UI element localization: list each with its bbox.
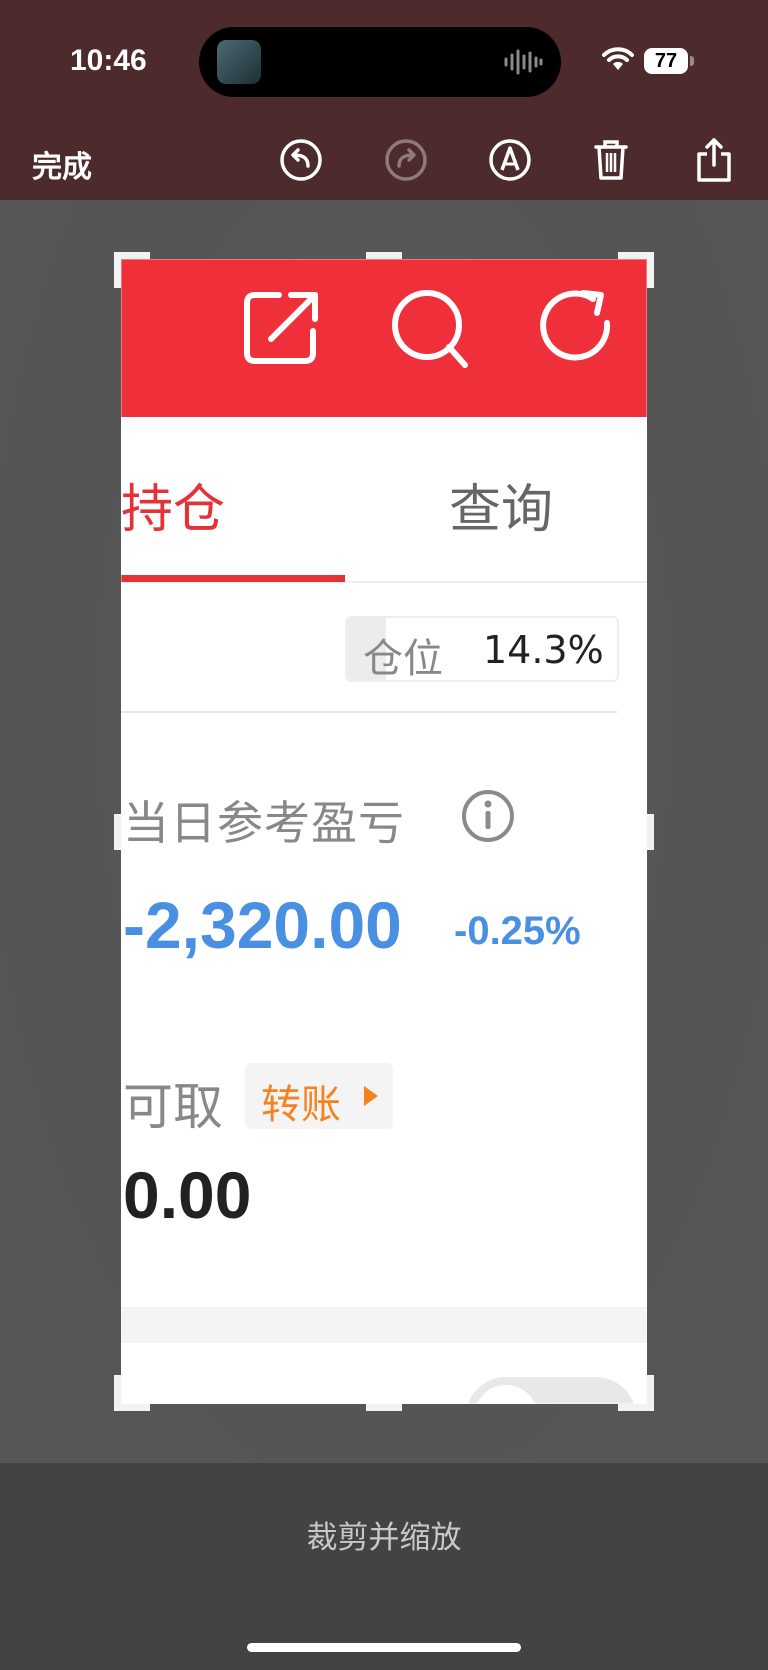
redo-icon — [385, 139, 427, 181]
crop-handle-top-left-v[interactable] — [114, 252, 121, 288]
trash-icon[interactable] — [587, 136, 635, 184]
undo-icon[interactable] — [277, 136, 325, 184]
crop-frame[interactable] — [121, 259, 647, 1404]
battery-indicator: 77 — [644, 48, 688, 74]
now-playing-artwork[interactable] — [217, 40, 261, 84]
crop-handle-right[interactable] — [647, 814, 654, 850]
top-area: 10:46 77 完成 — [0, 0, 768, 200]
bottom-bar — [0, 1463, 768, 1670]
crop-handle-bottom[interactable] — [366, 1404, 402, 1411]
markup-pen-icon[interactable] — [486, 136, 534, 184]
crop-handle-top[interactable] — [366, 252, 402, 259]
crop-handle-bottom-left-v[interactable] — [114, 1375, 121, 1411]
crop-handle-top-right-v[interactable] — [647, 252, 654, 288]
done-button[interactable]: 完成 — [32, 142, 92, 186]
dynamic-island[interactable] — [199, 27, 561, 97]
crop-and-zoom-label: 裁剪并缩放 — [306, 1520, 462, 1556]
home-indicator[interactable] — [247, 1643, 521, 1652]
share-icon[interactable] — [690, 136, 738, 184]
battery-nub — [690, 56, 694, 66]
wifi-icon — [602, 47, 634, 70]
crop-handle-left[interactable] — [114, 814, 121, 850]
status-time: 10:46 — [70, 44, 147, 77]
crop-handle-bottom-right-v[interactable] — [647, 1375, 654, 1411]
audio-waveform-icon — [504, 49, 543, 75]
